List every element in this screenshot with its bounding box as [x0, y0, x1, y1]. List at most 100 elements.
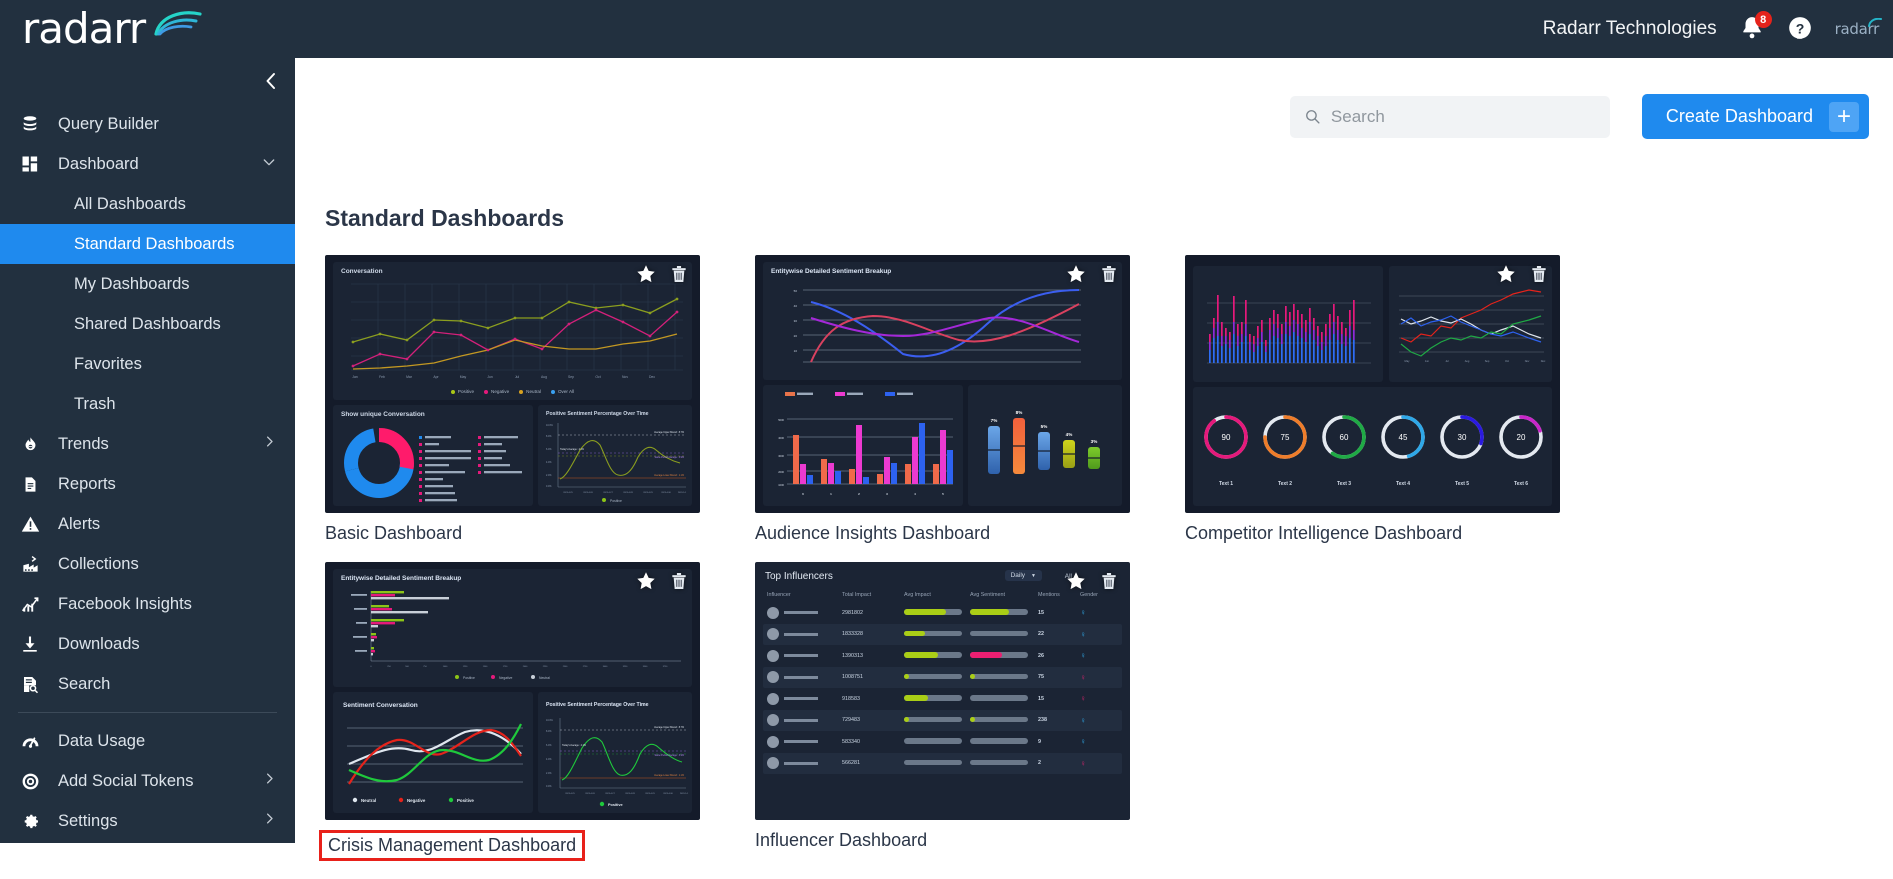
token-icon	[18, 770, 42, 792]
chevron-right-icon	[262, 771, 277, 791]
sidebar-item-favorites[interactable]: Favorites	[0, 344, 295, 384]
gender-icon: ♀	[1080, 629, 1086, 639]
table-row[interactable]: 1390313 26 ♀	[763, 645, 1122, 667]
chevron-right-icon	[262, 811, 277, 831]
panel-legend: Positive Negative Neutral Over All	[333, 389, 692, 394]
search-box[interactable]	[1289, 95, 1610, 138]
table-row[interactable]: 1833328 22 ♀	[763, 623, 1122, 645]
avg-sentiment-bar	[970, 759, 1038, 768]
trash-icon[interactable]	[1529, 263, 1549, 285]
sidebar-item-dashboard[interactable]: Dashboard	[0, 144, 295, 184]
dashboard-thumbnail-crisis-management[interactable]: Entitywise Detailed Sentiment Breakup 0 …	[325, 562, 700, 820]
dashboard-card-label[interactable]: Competitor Intelligence Dashboard	[1185, 523, 1462, 544]
trash-icon[interactable]	[669, 570, 689, 592]
total-impact-value: 918583	[842, 695, 860, 702]
period-selector-label: Daily	[1010, 572, 1026, 579]
create-dashboard-label: Create Dashboard	[1665, 106, 1813, 126]
sidebar-item-alerts[interactable]: Alerts	[0, 504, 295, 544]
gender-icon: ♀	[1080, 737, 1086, 747]
svg-text:Apr: Apr	[433, 375, 439, 379]
sidebar-item-my-dashboards[interactable]: My Dashboards	[0, 264, 295, 304]
svg-text:2500: 2500	[563, 666, 568, 668]
sidebar-item-collections[interactable]: Collections	[0, 544, 295, 584]
sidebar-item-trends[interactable]: Trends	[0, 424, 295, 464]
sidebar-item-label: Settings	[58, 811, 118, 830]
table-row[interactable]: 583340 9 ♀	[763, 731, 1122, 753]
avg-impact-bar	[904, 609, 970, 617]
avg-impact-bar	[904, 630, 970, 639]
svg-text:2023-4-26: 2023-4-26	[585, 793, 595, 795]
warning-triangle-icon	[18, 513, 42, 535]
svg-text:2.0%: 2.0%	[546, 772, 552, 775]
star-icon[interactable]	[1065, 263, 1087, 285]
total-impact-value: 1390313	[842, 652, 863, 659]
star-icon[interactable]	[635, 263, 657, 285]
sidebar-item-all-dashboards[interactable]: All Dashboards	[0, 184, 295, 224]
sidebar-item-shared-dashboards[interactable]: Shared Dashboards	[0, 304, 295, 344]
svg-text:Jul: Jul	[1445, 359, 1449, 363]
svg-text:Today's Average : 4.1%: Today's Average : 4.1%	[562, 744, 586, 747]
table-row[interactable]: 2981802 15 ♀	[763, 602, 1122, 624]
sidebar-item-data-usage[interactable]: Data Usage	[0, 721, 295, 761]
avg-sentiment-bar	[970, 673, 1038, 682]
svg-text:Positive: Positive	[610, 499, 622, 503]
svg-text:Positive: Positive	[463, 676, 475, 680]
dashboard-thumbnail-audience-insights[interactable]: Entitywise Detailed Sentiment Breakup 50…	[755, 255, 1130, 513]
table-row[interactable]: 729483 238 ♀	[763, 709, 1122, 731]
thumb-panel-positive-sentiment-2: Positive Sentiment Percentage Over Time …	[538, 692, 692, 813]
period-selector[interactable]: Daily ▼	[1004, 570, 1042, 581]
dashboard-card-label[interactable]: Influencer Dashboard	[755, 830, 927, 851]
svg-text:Aug: Aug	[1465, 359, 1470, 363]
sidebar-item-standard-dashboards[interactable]: Standard Dashboards	[0, 224, 295, 264]
sidebar-item-facebook-insights[interactable]: Facebook Insights	[0, 584, 295, 624]
notifications-button[interactable]: 8	[1739, 11, 1772, 44]
star-icon[interactable]	[1495, 263, 1517, 285]
dashboard-card-label[interactable]: Crisis Management Dashboard	[319, 830, 586, 861]
svg-text:2.0%: 2.0%	[546, 474, 552, 477]
app-logo[interactable]: radarr	[22, 6, 222, 52]
sidebar-item-downloads[interactable]: Downloads	[0, 624, 295, 664]
dashboard-thumbnail-influencer[interactable]: Top Influencers Daily ▼ All Influencer T…	[755, 562, 1130, 820]
sidebar-item-reports[interactable]: Reports	[0, 464, 295, 504]
sidebar-item-query-builder[interactable]: Query Builder	[0, 104, 295, 144]
table-row[interactable]: 1008751 75 ♀	[763, 666, 1122, 688]
thumb-panel-sentiment-conversation: Sentiment Conversation Neutral Negative	[333, 692, 533, 813]
legend-label: Negative	[491, 389, 510, 394]
svg-text:4: 4	[914, 492, 916, 496]
column-header: Influencer	[767, 592, 791, 598]
trash-icon[interactable]	[1099, 570, 1119, 592]
influencer-name	[784, 740, 818, 744]
avg-sentiment-bar	[970, 609, 1038, 617]
trash-icon[interactable]	[669, 263, 689, 285]
create-dashboard-button[interactable]: Create Dashboard +	[1641, 94, 1869, 139]
svg-text:50: 50	[794, 289, 798, 293]
sidebar-item-search[interactable]: Search	[0, 664, 295, 704]
mentions-value: 9	[1038, 738, 1041, 745]
dashboard-thumbnail-competitor-intelligence[interactable]: May Jun Jul Aug Sep Oct Nov Dec 90 Text 1	[1185, 255, 1560, 513]
svg-text:2023-4-27: 2023-4-27	[603, 492, 613, 494]
thumbnail-actions	[635, 263, 689, 285]
mentions-value: 26	[1038, 652, 1044, 659]
dashboard-thumbnail-basic[interactable]: Conversation Jan Feb Mar Apr May Jun Jul…	[325, 255, 700, 513]
sidebar: Query Builder Dashboard All Dashboards S…	[0, 58, 295, 843]
trash-icon[interactable]	[1099, 263, 1119, 285]
sidebar-collapse-button[interactable]	[0, 58, 295, 104]
svg-text:Oct: Oct	[595, 375, 600, 379]
avg-impact-bar	[904, 652, 970, 660]
sidebar-item-settings[interactable]: Settings	[0, 801, 295, 841]
svg-text:Average Upper Bound : 8.7%: Average Upper Bound : 8.7%	[654, 431, 684, 434]
dashboard-card-label[interactable]: Basic Dashboard	[325, 523, 462, 544]
table-row[interactable]: 566281 2 ♀	[763, 752, 1122, 774]
svg-text:1750: 1750	[503, 666, 508, 668]
table-row[interactable]: 918583 15 ♀	[763, 688, 1122, 710]
search-input[interactable]	[1330, 106, 1591, 127]
dashboard-card-label[interactable]: Audience Insights Dashboard	[755, 523, 990, 544]
thumb-panel-gauges: 90 Text 1 75 Text 2 60 Text 3 45 Text 4 …	[1193, 387, 1552, 506]
thumb-panel-grouped-bars: 5000 4000 3000 2000 1000 0 1 2 3 4 5	[763, 385, 963, 506]
sidebar-item-trash[interactable]: Trash	[0, 384, 295, 424]
question-circle-icon[interactable]: ?	[1787, 16, 1813, 42]
star-icon[interactable]	[635, 570, 657, 592]
sidebar-item-add-social-tokens[interactable]: Add Social Tokens	[0, 761, 295, 801]
svg-text:8.0%: 8.0%	[546, 435, 552, 438]
star-icon[interactable]	[1065, 570, 1087, 592]
